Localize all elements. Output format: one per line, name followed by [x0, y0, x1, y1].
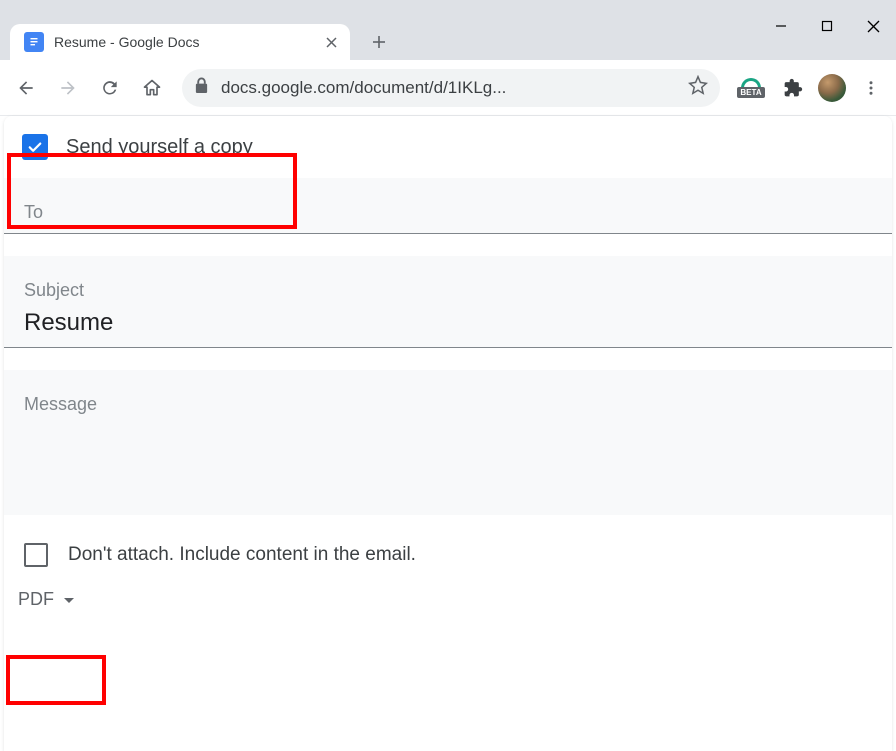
chrome-menu-icon[interactable] [852, 69, 890, 107]
maximize-button[interactable] [804, 8, 850, 44]
to-field[interactable]: To [4, 178, 892, 234]
chevron-down-icon [64, 591, 74, 609]
docs-favicon-icon [24, 32, 44, 52]
browser-tab[interactable]: Resume - Google Docs [10, 24, 350, 60]
profile-avatar[interactable] [818, 74, 846, 102]
reload-button[interactable] [90, 68, 130, 108]
url-text: docs.google.com/document/d/1IKLg... [221, 78, 676, 98]
dont-attach-checkbox[interactable] [24, 543, 48, 567]
new-tab-button[interactable] [364, 27, 394, 57]
home-button[interactable] [132, 68, 172, 108]
close-window-button[interactable] [850, 8, 896, 44]
forward-button[interactable] [48, 68, 88, 108]
beta-extension-icon[interactable]: BETA [732, 69, 770, 107]
format-dropdown[interactable]: PDF [4, 573, 88, 626]
message-label: Message [24, 394, 872, 415]
subject-field[interactable]: Subject Resume [4, 256, 892, 348]
send-copy-checkbox[interactable] [22, 134, 48, 160]
subject-label: Subject [24, 280, 872, 301]
back-button[interactable] [6, 68, 46, 108]
bookmark-star-icon[interactable] [688, 75, 708, 100]
to-label: To [24, 202, 872, 223]
lock-icon [194, 77, 209, 99]
browser-toolbar: docs.google.com/document/d/1IKLg... BETA [0, 60, 896, 116]
close-tab-icon[interactable] [322, 33, 340, 51]
tab-title: Resume - Google Docs [54, 34, 312, 50]
minimize-button[interactable] [758, 8, 804, 44]
window-controls [758, 8, 896, 44]
send-copy-label: Send yourself a copy [66, 136, 253, 159]
format-label: PDF [18, 589, 54, 610]
email-dialog: Send yourself a copy To Subject Resume M… [4, 116, 892, 751]
extensions-icon[interactable] [774, 69, 812, 107]
message-field[interactable]: Message [4, 370, 892, 515]
subject-value: Resume [24, 309, 872, 337]
dont-attach-label: Don't attach. Include content in the ema… [68, 544, 416, 566]
address-bar[interactable]: docs.google.com/document/d/1IKLg... [182, 69, 720, 107]
